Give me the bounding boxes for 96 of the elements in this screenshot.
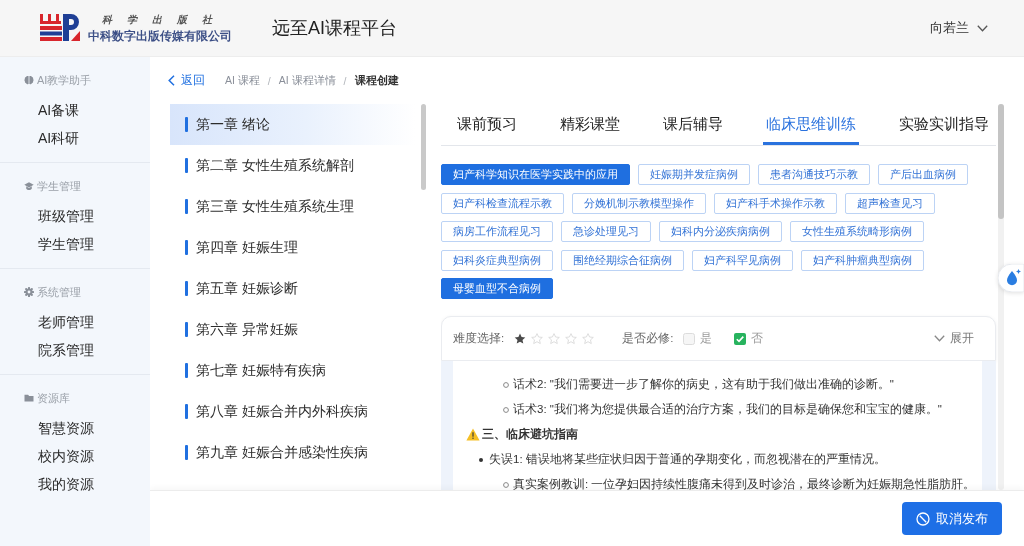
tab[interactable]: 精彩课堂: [557, 104, 623, 145]
sidebar-item[interactable]: 智慧资源: [38, 414, 94, 442]
chevron-down-icon: [977, 24, 988, 32]
chevron-down-icon: [934, 335, 945, 342]
chapter-item[interactable]: 第九章 妊娠合并感染性疾病: [170, 432, 415, 473]
topic-tag[interactable]: 妇产科手术操作示教: [714, 192, 837, 214]
chapter-item[interactable]: 第五章 妊娠诊断: [170, 268, 415, 309]
accent-bar-icon: [185, 445, 188, 460]
chevron-left-icon: [168, 75, 175, 86]
topic-tag[interactable]: 女性生殖系统畸形病例: [790, 221, 924, 242]
tab[interactable]: 实验实训指导: [896, 104, 992, 145]
hollow-bullet-icon: [503, 406, 509, 413]
difficulty-label: 难度选择:: [453, 331, 505, 346]
sidebar-item[interactable]: 院系管理: [38, 336, 94, 364]
platform-title: 远至AI课程平台: [272, 17, 397, 40]
chapter-item[interactable]: 第六章 异常妊娠: [170, 309, 415, 350]
topic-tag[interactable]: 病房工作流程见习: [441, 221, 553, 242]
logo-text: 中科数字出版传媒有限公司: [88, 29, 232, 43]
hollow-bullet-icon: [503, 481, 509, 488]
chapter-item[interactable]: 第七章 妊娠特有疾病: [170, 350, 415, 391]
water-drop-icon[interactable]: [998, 264, 1024, 292]
list-item-text: 话术3: "我们将为您提供最合适的治疗方案，我们的目标是确保您和宝宝的健康。": [513, 402, 942, 417]
star-icon[interactable]: [582, 332, 595, 345]
sidebar-item[interactable]: 校内资源: [38, 442, 94, 470]
topic-tag[interactable]: 患者沟通技巧示教: [758, 164, 870, 185]
sidebar-item[interactable]: AI备课: [38, 96, 80, 124]
topic-tag[interactable]: 妊娠期并发症病例: [638, 164, 750, 185]
topic-tag[interactable]: 妇产科罕见病例: [692, 249, 793, 271]
user-menu[interactable]: 向若兰: [930, 19, 988, 37]
gear-icon: [24, 287, 34, 297]
accent-bar-icon: [185, 363, 188, 378]
list-item-text: 话术2: "我们需要进一步了解你的病史，这有助于我们做出准确的诊断。": [513, 377, 894, 392]
breadcrumb-separator: /: [267, 74, 271, 87]
topic-tag[interactable]: 妇产科学知识在医学实践中的应用: [441, 164, 630, 185]
checkbox-label: 是: [700, 331, 713, 346]
chapter-item[interactable]: 第三章 女性生殖系统生理: [170, 186, 415, 227]
tab[interactable]: 课前预习: [454, 104, 520, 145]
sidebar-section-title: 学生管理: [37, 178, 81, 194]
sidebar-item[interactable]: 班级管理: [38, 202, 94, 230]
checkbox[interactable]: [683, 332, 696, 345]
topic-tag[interactable]: 妇科炎症典型病例: [441, 249, 553, 271]
topic-tag[interactable]: 分娩机制示教模型操作: [572, 192, 706, 214]
graduation-cap-icon: [24, 181, 34, 191]
topic-tag[interactable]: 妇科内分泌疾病病例: [659, 221, 782, 242]
bullet-icon: [479, 457, 483, 462]
breadcrumb-item: 课程创建: [354, 73, 399, 88]
list-item-text: 失误1: 错误地将某些症状归因于普通的孕期变化，而忽视潜在的严重情况。: [489, 452, 886, 467]
sidebar-item[interactable]: 老师管理: [38, 308, 94, 336]
sidebar-section-title: 系统管理: [37, 284, 81, 300]
hollow-bullet-icon: [503, 381, 509, 388]
tab[interactable]: 临床思维训练: [763, 104, 859, 145]
checkbox-label: 否: [751, 331, 764, 346]
topic-tag[interactable]: 妇产科检查流程示教: [441, 192, 564, 214]
star-icon[interactable]: [548, 332, 561, 345]
sidebar-section-title: AI教学助手: [37, 72, 92, 88]
topic-tag[interactable]: 产后出血病例: [878, 164, 968, 185]
topic-tag[interactable]: 超声检查见习: [845, 192, 935, 214]
sidebar-item[interactable]: 学生管理: [38, 230, 94, 258]
logo-text: 科学出版社: [101, 13, 227, 26]
accent-bar-icon: [185, 117, 188, 132]
accent-bar-icon: [185, 199, 188, 214]
accent-bar-icon: [185, 404, 188, 419]
chapter-item[interactable]: 第二章 女性生殖系统解剖: [170, 145, 415, 186]
topic-tag[interactable]: 妇产科肿瘤典型病例: [801, 249, 924, 271]
accent-bar-icon: [185, 240, 188, 255]
back-link[interactable]: 返回: [168, 73, 205, 88]
accent-bar-icon: [185, 158, 188, 173]
warning-icon: [466, 428, 480, 441]
topic-tag[interactable]: 围绝经期综合征病例: [561, 249, 684, 271]
folder-icon: [24, 393, 34, 403]
accent-bar-icon: [185, 322, 188, 337]
circle-slash-icon: [916, 511, 930, 526]
star-icon[interactable]: [565, 332, 578, 345]
expand-button[interactable]: 展开: [934, 330, 974, 347]
checkbox[interactable]: [734, 332, 747, 345]
star-icon[interactable]: [514, 332, 527, 345]
breadcrumb-separator: /: [343, 74, 347, 87]
topic-tag[interactable]: 急诊处理见习: [561, 221, 651, 242]
brain-icon: [24, 75, 34, 85]
chapter-item[interactable]: 第八章 妊娠合并内外科疾病: [170, 391, 415, 432]
chapter-item[interactable]: 第四章 妊娠生理: [170, 227, 415, 268]
accent-bar-icon: [185, 281, 188, 296]
unpublish-button[interactable]: 取消发布: [902, 502, 1002, 535]
tab[interactable]: 课后辅导: [660, 104, 726, 145]
star-rating[interactable]: [514, 332, 595, 345]
sidebar-item[interactable]: AI科研: [38, 124, 80, 152]
sidebar-item[interactable]: 我的资源: [38, 470, 94, 498]
scrollbar-thumb[interactable]: [998, 104, 1004, 219]
required-label: 是否必修:: [622, 331, 674, 346]
topic-tag[interactable]: 母婴血型不合病例: [441, 278, 553, 299]
scrollbar-thumb[interactable]: [421, 104, 426, 190]
star-icon[interactable]: [531, 332, 544, 345]
logo-icon: [40, 14, 80, 42]
sidebar-section-title: 资源库: [37, 390, 70, 406]
section-heading: 三、临床避坑指南: [482, 427, 578, 442]
list-item-text: 真实案例教训: 一位孕妇因持续性腹痛未得到及时诊治，最终诊断为妊娠期急性脂肪肝。: [513, 477, 976, 490]
